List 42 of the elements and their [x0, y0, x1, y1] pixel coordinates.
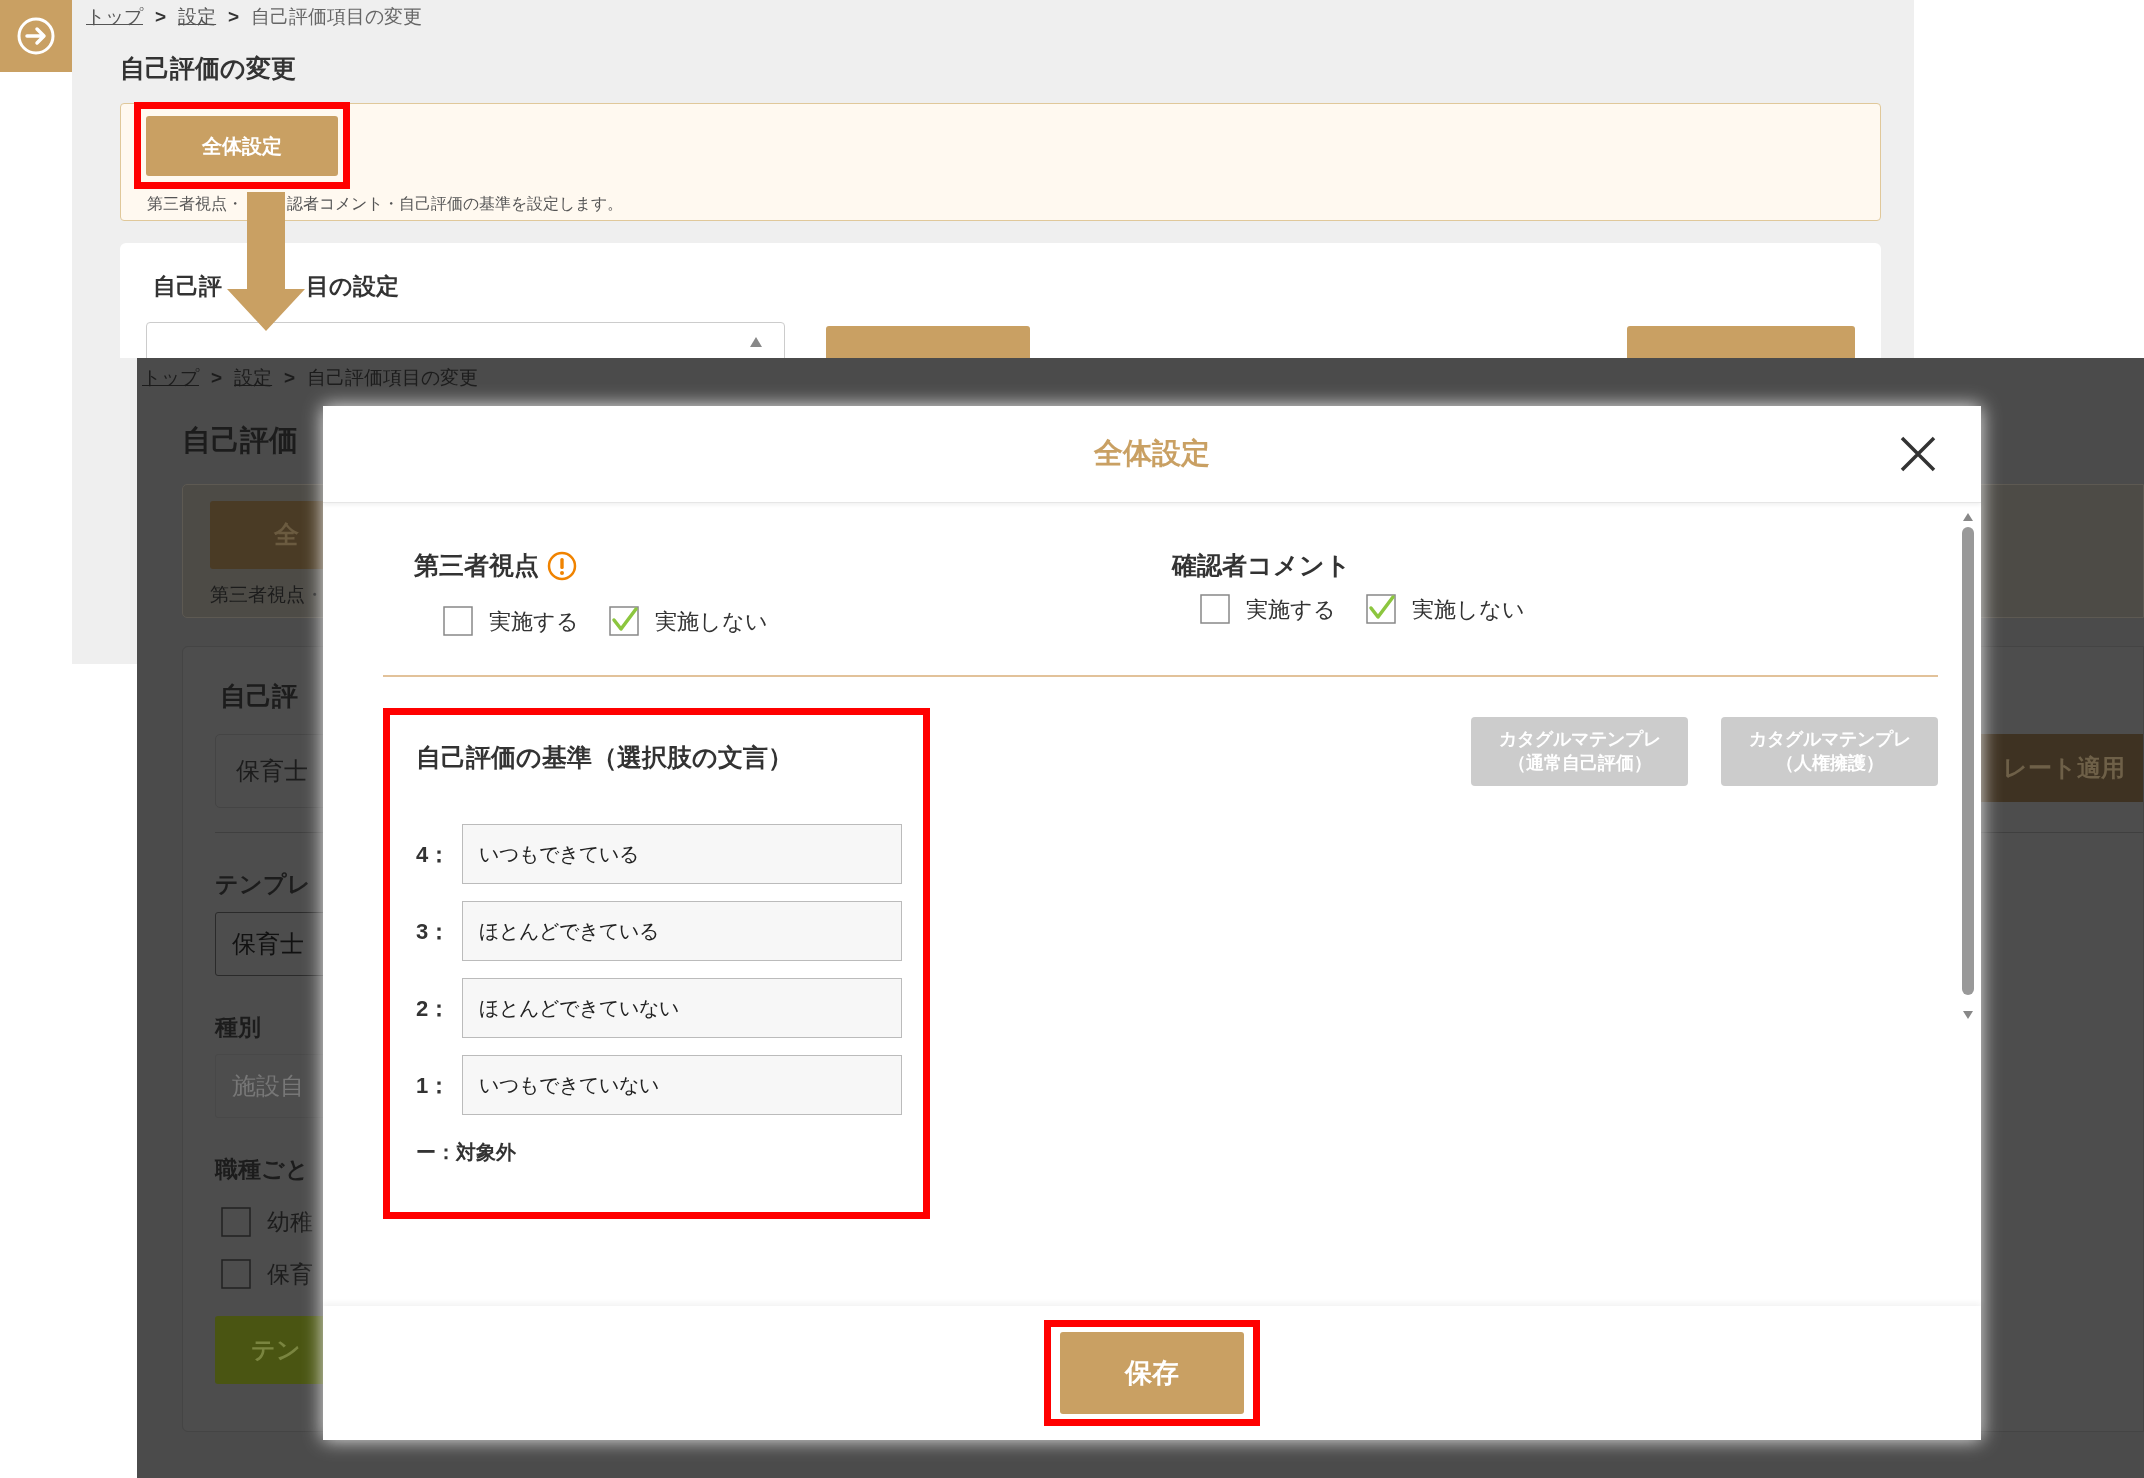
checked-checkbox[interactable] [609, 606, 639, 636]
section-heading: 自己評 [153, 272, 222, 301]
sidebar-toggle[interactable] [0, 0, 72, 72]
page-title: 自己評価の変更 [120, 52, 296, 84]
level-label: 4： [416, 840, 452, 869]
settings-description: 認者コメント・自己評価の基準を設定します。 [287, 194, 623, 214]
section-heading: 自己評価の基準（選択肢の文言） [416, 741, 793, 773]
level-label: ー： [416, 1140, 456, 1165]
checked-checkbox[interactable] [1366, 594, 1396, 624]
section-label: 確認者コメント [1172, 550, 1351, 581]
checkbox[interactable] [443, 606, 473, 636]
scroll-up-icon [750, 336, 762, 347]
input-field[interactable]: いつもできている [462, 824, 902, 884]
section-heading: 目の設定 [306, 272, 399, 301]
option-label: 実施しない [1412, 595, 1525, 624]
breadcrumb-current: 自己評価項目の変更 [251, 5, 423, 29]
input-field[interactable]: ほとんどできていない [462, 978, 902, 1038]
settings-description: 第三者視点・ [147, 194, 243, 214]
excluded-label: 対象外 [456, 1140, 516, 1165]
checkbox[interactable] [1200, 594, 1230, 624]
dialog-title: 全体設定 [1094, 436, 1210, 472]
arrow-right-icon [16, 16, 56, 56]
level-label: 3： [416, 917, 452, 946]
level-label: 1： [416, 1071, 452, 1100]
option-label: 実施しない [655, 607, 768, 636]
level-label: 2： [416, 994, 452, 1023]
input-field[interactable]: いつもできていない [462, 1055, 902, 1115]
option-label: 実施する [489, 607, 579, 636]
breadcrumb-link[interactable]: 設定 [178, 3, 217, 32]
section-label: 第三者視点 [414, 550, 539, 581]
checkbox[interactable] [221, 1259, 251, 1290]
breadcrumb-separator: > [284, 366, 296, 390]
input-field[interactable]: ほとんどできている [462, 901, 902, 961]
breadcrumb-separator: > [211, 366, 223, 390]
save-button[interactable]: 保存 [1060, 1332, 1244, 1414]
option-label: 実施する [1246, 595, 1336, 624]
breadcrumb-separator: > [155, 5, 167, 29]
checkbox[interactable] [221, 1206, 251, 1237]
breadcrumb-separator: > [228, 5, 240, 29]
breadcrumb-link[interactable]: トップ [86, 3, 143, 32]
overall-settings-button[interactable]: 全体設定 [146, 115, 338, 176]
close-icon[interactable] [1900, 436, 1936, 472]
